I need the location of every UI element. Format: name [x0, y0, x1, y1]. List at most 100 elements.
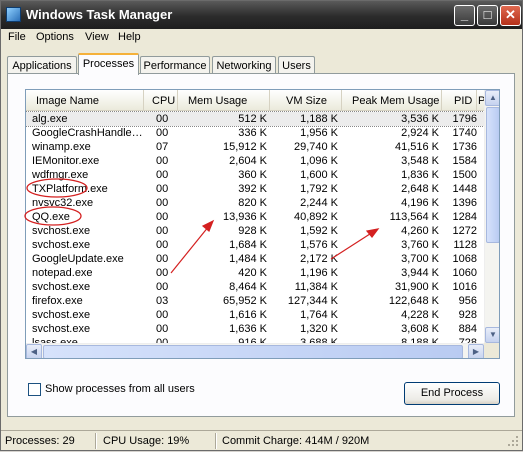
process-cpu: 00 — [156, 267, 169, 279]
process-row[interactable]: TXPlatform.exe 00 392 K 1,792 K 2,648 K 1448 — [26, 182, 484, 196]
process-row[interactable]: svchost.exe 00 1,616 K 1,764 K 4,228 K 928 — [26, 308, 484, 322]
title-bar[interactable]: Windows Task Manager _ □ ✕ — [1, 1, 522, 29]
process-mem-usage: 65,952 K — [222, 295, 267, 307]
scroll-up-icon: ▲ — [489, 93, 497, 102]
process-pid: 1060 — [452, 267, 477, 279]
process-cpu: 00 — [156, 127, 169, 139]
process-name: svchost.exe — [32, 323, 91, 335]
end-process-button[interactable]: End Process — [404, 382, 500, 405]
column-vm-size[interactable]: VM Size — [270, 90, 342, 111]
process-cpu: 00 — [156, 197, 169, 209]
vertical-scroll-thumb[interactable] — [486, 107, 499, 243]
process-peak-mem-usage: 3,548 K — [401, 155, 439, 167]
process-row[interactable]: GoogleCrashHandle… 00 336 K 1,956 K 2,924 K 1… — [26, 126, 484, 140]
scroll-left-button[interactable]: ◀ — [26, 344, 42, 358]
menu-help[interactable]: Help — [115, 31, 144, 43]
process-row[interactable]: GoogleUpdate.exe 00 1,484 K 2,172 K 3,700 K 1… — [26, 252, 484, 266]
process-mem-usage: 360 K — [238, 169, 267, 181]
process-row[interactable]: svchost.exe 00 8,464 K 11,384 K 31,900 K 1016 — [26, 280, 484, 294]
process-name: nvsvc32.exe — [32, 197, 94, 209]
status-divider — [215, 433, 217, 449]
process-peak-mem-usage: 3,700 K — [401, 253, 439, 265]
process-row[interactable]: nvsvc32.exe 00 820 K 2,244 K 4,196 K 1396 — [26, 196, 484, 210]
process-name: firefox.exe — [32, 295, 83, 307]
menu-file[interactable]: File — [5, 31, 29, 43]
process-mem-usage: 15,912 K — [222, 141, 267, 153]
process-vm-size: 1,792 K — [300, 183, 338, 195]
column-peak-mem-usage[interactable]: Peak Mem Usage — [342, 90, 442, 111]
process-row[interactable]: IEMonitor.exe 00 2,604 K 1,096 K 3,548 K 1584 — [26, 154, 484, 168]
process-cpu: 00 — [156, 309, 169, 321]
menu-options[interactable]: Options — [33, 31, 77, 43]
process-row[interactable]: svchost.exe 00 1,684 K 1,576 K 3,760 K 1128 — [26, 238, 484, 252]
column-image-name[interactable]: Image Name — [26, 90, 144, 111]
process-pid: 928 — [458, 309, 477, 321]
process-peak-mem-usage: 3,608 K — [401, 323, 439, 335]
horizontal-scroll-thumb[interactable] — [43, 345, 463, 358]
process-name: svchost.exe — [32, 225, 91, 237]
window-title: Windows Task Manager — [26, 7, 173, 22]
process-cpu: 00 — [156, 225, 169, 237]
status-cpu-usage: CPU Usage: 19% — [103, 435, 190, 447]
resize-grip-icon[interactable] — [506, 434, 520, 448]
process-peak-mem-usage: 4,196 K — [401, 197, 439, 209]
column-mem-usage[interactable]: Mem Usage — [178, 90, 270, 111]
process-pid: 1016 — [452, 281, 477, 293]
process-row[interactable]: alg.exe 00 512 K 1,188 K 3,536 K 1796 — [26, 111, 485, 127]
process-pid: 1796 — [452, 113, 477, 125]
process-peak-mem-usage: 122,648 K — [388, 295, 439, 307]
process-row[interactable]: winamp.exe 07 15,912 K 29,740 K 41,516 K 1736 — [26, 140, 484, 154]
process-row[interactable]: svchost.exe 00 928 K 1,592 K 4,260 K 1272 — [26, 224, 484, 238]
process-row[interactable]: QQ.exe 00 13,936 K 40,892 K 113,564 K 1284 — [26, 210, 484, 224]
task-manager-icon — [6, 7, 21, 22]
scroll-down-button[interactable]: ▼ — [485, 327, 499, 343]
process-pid: 1396 — [452, 197, 477, 209]
vertical-scrollbar[interactable]: ▲ ▼ — [484, 90, 499, 343]
minimize-button[interactable]: _ — [454, 5, 475, 26]
process-pid: 956 — [458, 295, 477, 307]
process-row[interactable]: wdfmgr.exe 00 360 K 1,600 K 1,836 K 1500 — [26, 168, 484, 182]
menu-view[interactable]: View — [82, 31, 112, 43]
column-pid[interactable]: PID — [442, 90, 477, 111]
process-name: IEMonitor.exe — [32, 155, 100, 167]
menu-bar: File Options View Help — [1, 29, 522, 48]
process-vm-size: 1,592 K — [300, 225, 338, 237]
process-pid: 1068 — [452, 253, 477, 265]
show-all-users-checkbox[interactable] — [28, 383, 41, 396]
tab-processes[interactable]: Processes — [78, 53, 139, 75]
show-all-users-label[interactable]: Show processes from all users — [45, 383, 195, 395]
process-pid: 1584 — [452, 155, 477, 167]
process-pid: 1500 — [452, 169, 477, 181]
scroll-left-icon: ◀ — [30, 347, 38, 356]
process-cpu: 00 — [156, 323, 169, 335]
process-pid: 1448 — [452, 183, 477, 195]
process-row[interactable]: svchost.exe 00 1,636 K 1,320 K 3,608 K 884 — [26, 322, 484, 336]
scroll-up-button[interactable]: ▲ — [485, 90, 499, 106]
task-manager-window: Windows Task Manager _ □ ✕ File Options … — [0, 0, 523, 451]
process-vm-size: 1,096 K — [300, 155, 338, 167]
process-peak-mem-usage: 3,760 K — [401, 239, 439, 251]
scroll-right-button[interactable]: ▶ — [468, 344, 484, 358]
maximize-button[interactable]: □ — [477, 5, 498, 26]
scroll-right-icon: ▶ — [472, 347, 480, 356]
process-cpu: 00 — [156, 211, 169, 223]
process-mem-usage: 8,464 K — [229, 281, 267, 293]
process-list[interactable]: Image Name CPU Mem Usage VM Size Peak Me… — [25, 89, 500, 359]
horizontal-scrollbar[interactable]: ◀ ▶ — [26, 343, 484, 358]
process-vm-size: 11,384 K — [294, 281, 338, 293]
process-pid: 884 — [458, 323, 477, 335]
process-cpu: 00 — [156, 169, 169, 181]
process-name: svchost.exe — [32, 281, 91, 293]
process-row[interactable]: firefox.exe 03 65,952 K 127,344 K 122,648 K 9… — [26, 294, 484, 308]
process-mem-usage: 13,936 K — [222, 211, 267, 223]
minimize-icon: _ — [460, 7, 469, 22]
close-button[interactable]: ✕ — [500, 5, 521, 26]
process-mem-usage: 512 K — [238, 113, 267, 125]
process-cpu: 00 — [156, 253, 169, 265]
process-name: QQ.exe — [32, 211, 70, 223]
column-cpu[interactable]: CPU — [144, 90, 178, 111]
process-row[interactable]: notepad.exe 00 420 K 1,196 K 3,944 K 1060 — [26, 266, 484, 280]
process-peak-mem-usage: 41,516 K — [394, 141, 439, 153]
maximize-icon: □ — [483, 7, 492, 22]
process-name: GoogleCrashHandle… — [32, 127, 143, 139]
